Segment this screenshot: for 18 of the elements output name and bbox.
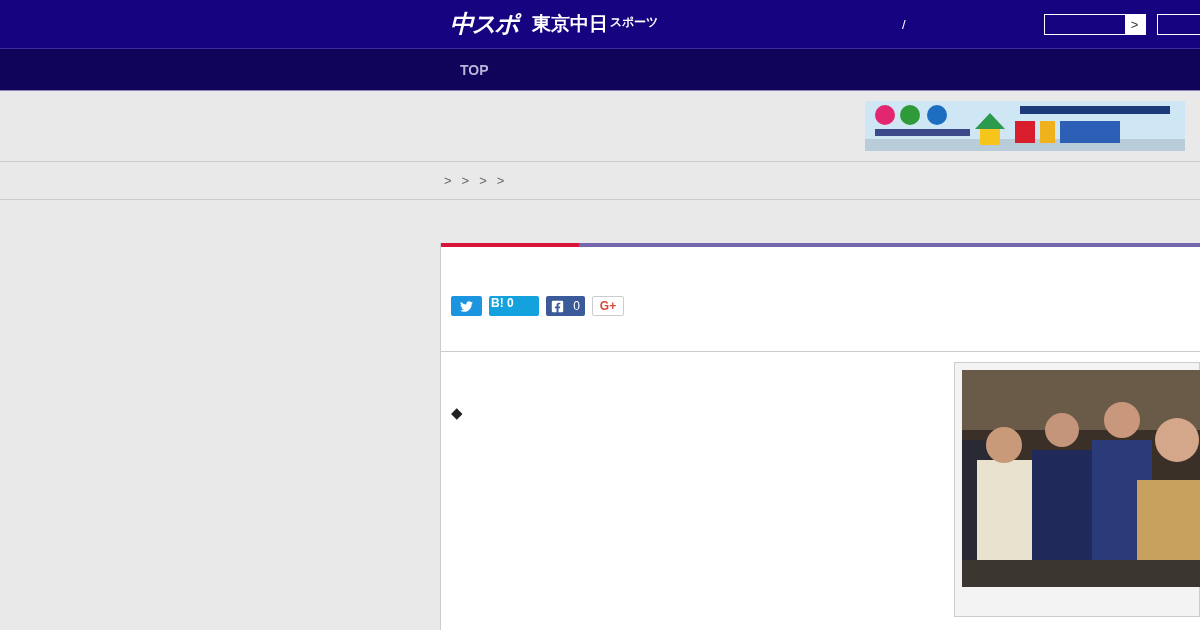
search-button[interactable]: >	[1124, 14, 1145, 34]
header-field[interactable]	[1156, 13, 1200, 35]
facebook-share-button[interactable]: 0	[546, 296, 585, 316]
breadcrumb-separator: >	[479, 173, 487, 188]
search-field[interactable]: >	[1043, 13, 1146, 35]
header-separator: /	[902, 16, 906, 32]
breadcrumb-separator: >	[461, 173, 470, 188]
bullet-mark: ◆	[451, 404, 463, 423]
google-plus-share-button[interactable]: G+	[592, 296, 624, 316]
twitter-share-button[interactable]	[451, 296, 482, 316]
twitter-bird-icon	[460, 299, 473, 313]
breadcrumb-separator: >	[496, 173, 505, 188]
newspaper-logo[interactable]: 東京中日	[532, 11, 608, 37]
share-count: 0	[573, 299, 580, 313]
nav-tab[interactable]: TOP	[460, 61, 489, 78]
facebook-icon	[551, 299, 564, 313]
newspaper-logo-caption: スポーツ	[610, 14, 658, 31]
breadcrumb-separator: >	[444, 173, 452, 188]
